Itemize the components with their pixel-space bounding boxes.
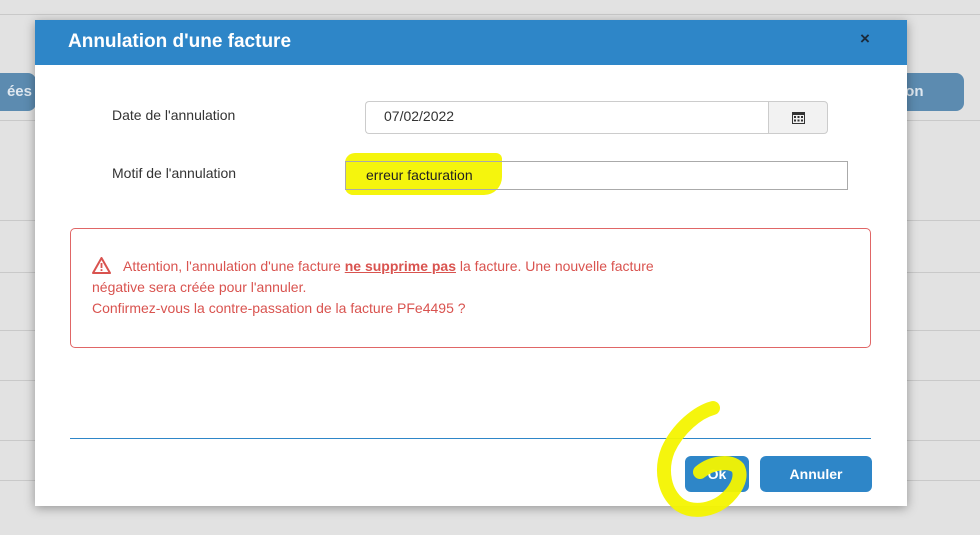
highlight-annotation (657, 401, 747, 517)
